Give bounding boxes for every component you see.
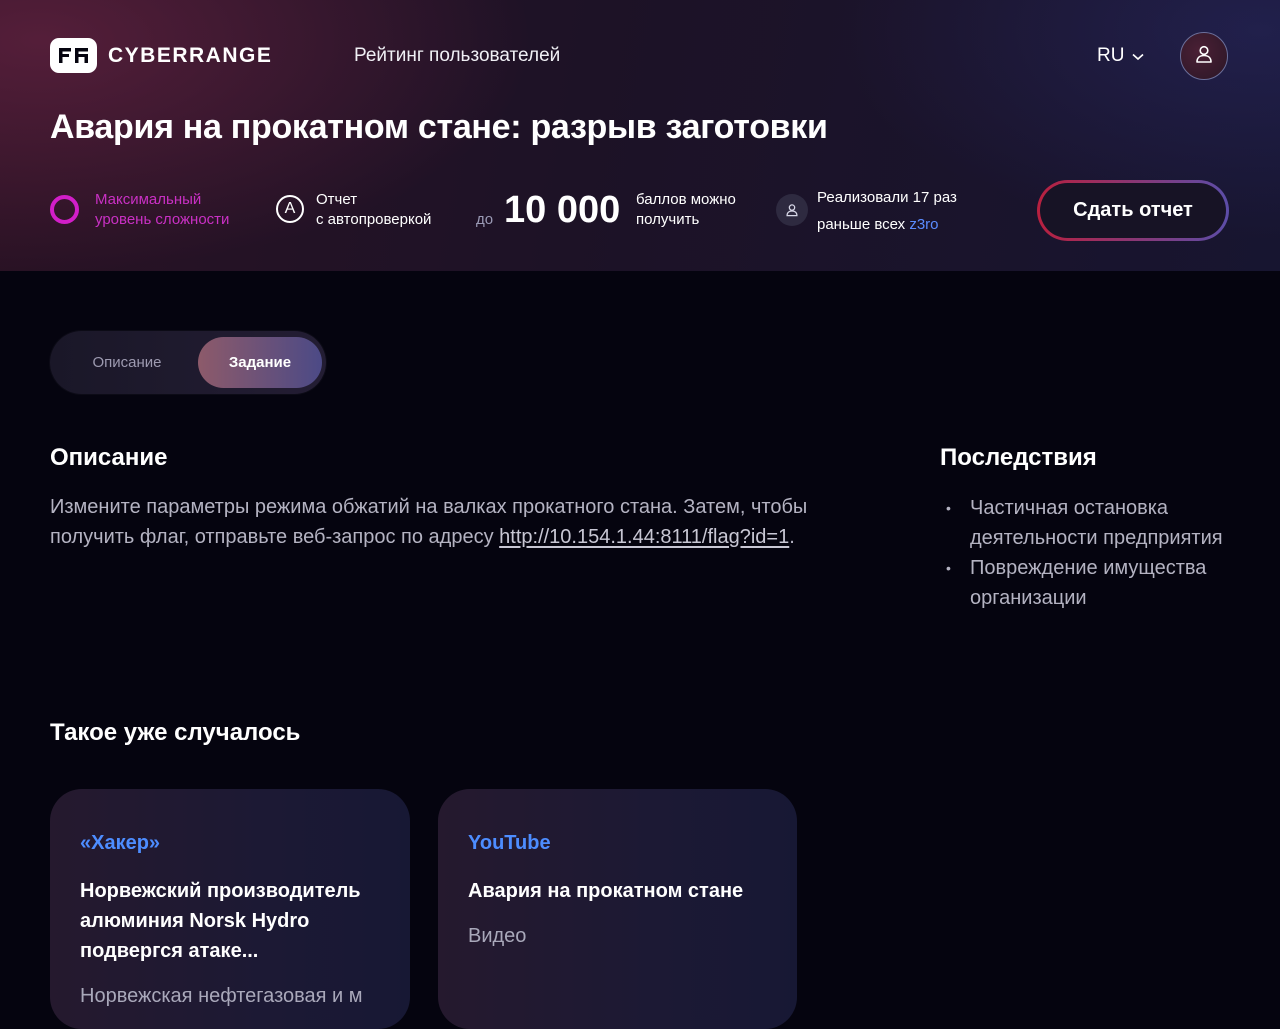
user-icon — [1194, 44, 1214, 69]
tab-description[interactable]: Описание — [56, 337, 198, 388]
nav-rating-link[interactable]: Рейтинг пользователей — [354, 45, 560, 67]
solvers-count: Реализовали 17 раз — [817, 189, 957, 206]
page-title: Авария на прокатном стане: разрыв загото… — [50, 108, 828, 146]
consequences-list: Частичная остановка деятельности предпри… — [940, 493, 1240, 613]
brand-name: CYBERRANGE — [108, 43, 273, 67]
solvers-first-line: раньше всех z3ro — [817, 211, 957, 238]
tab-switcher: Описание Задание — [50, 331, 326, 394]
autocheck-line1: Отчет — [316, 191, 358, 208]
card-title: Норвежский производитель алюминия Norsk … — [80, 880, 361, 962]
profile-button[interactable] — [1180, 32, 1228, 80]
points-prefix: до — [476, 211, 494, 228]
chevron-down-icon — [1132, 45, 1144, 67]
happened-heading: Такое уже случалось — [50, 719, 301, 746]
solver-avatar-icon — [776, 194, 808, 226]
first-solver-link[interactable]: z3ro — [909, 216, 938, 233]
consequences-heading: Последствия — [940, 444, 1097, 471]
flag-url-link[interactable]: http://10.154.1.44:8111/flag?id=1 — [499, 526, 789, 548]
autocheck-icon: A — [276, 195, 304, 223]
points-line2: получить — [636, 211, 700, 228]
list-item: Повреждение имущества организации — [940, 553, 1240, 613]
points-value: 10 000 — [504, 189, 621, 231]
solvers-info: Реализовали 17 раз раньше всех z3ro — [817, 184, 957, 238]
description-text: Измените параметры режима обжатий на вал… — [50, 492, 880, 552]
submit-report-button[interactable]: Сдать отчет — [1037, 180, 1229, 241]
language-label: RU — [1097, 45, 1125, 66]
logo[interactable]: CYBERRANGE — [50, 38, 272, 73]
difficulty-label: Максимальный уровень сложности — [95, 190, 229, 230]
difficulty-ring-icon — [50, 195, 79, 224]
points-label: баллов можно получить — [636, 190, 736, 230]
card-subtitle: Норвежская нефтегазовая и м — [80, 985, 363, 1007]
list-item: Частичная остановка деятельности предпри… — [940, 493, 1240, 553]
difficulty-line1: Максимальный — [95, 191, 202, 208]
points-line1: баллов можно — [636, 191, 736, 208]
logo-icon — [50, 38, 97, 73]
language-selector[interactable]: RU — [1097, 45, 1144, 67]
card-subtitle: Видео — [468, 925, 527, 947]
autocheck-line2: с автопроверкой — [316, 211, 432, 228]
incident-card[interactable]: «Хакер» Норвежский производитель алюмини… — [50, 789, 410, 1029]
tab-assignment[interactable]: Задание — [198, 337, 322, 388]
card-source: YouTube — [468, 832, 551, 854]
card-source: «Хакер» — [80, 832, 161, 854]
task-header: CYBERRANGE Рейтинг пользователей RU Авар… — [0, 0, 1280, 271]
description-heading: Описание — [50, 444, 168, 471]
autocheck-label: Отчет с автопроверкой — [316, 190, 431, 230]
difficulty-line2: уровень сложности — [95, 211, 230, 228]
incident-card[interactable]: YouTube Авария на прокатном стане Видео — [438, 789, 797, 1029]
description-tail: . — [789, 526, 795, 548]
card-title: Авария на прокатном стане — [468, 880, 744, 902]
solvers-first-prefix: раньше всех — [817, 216, 906, 233]
